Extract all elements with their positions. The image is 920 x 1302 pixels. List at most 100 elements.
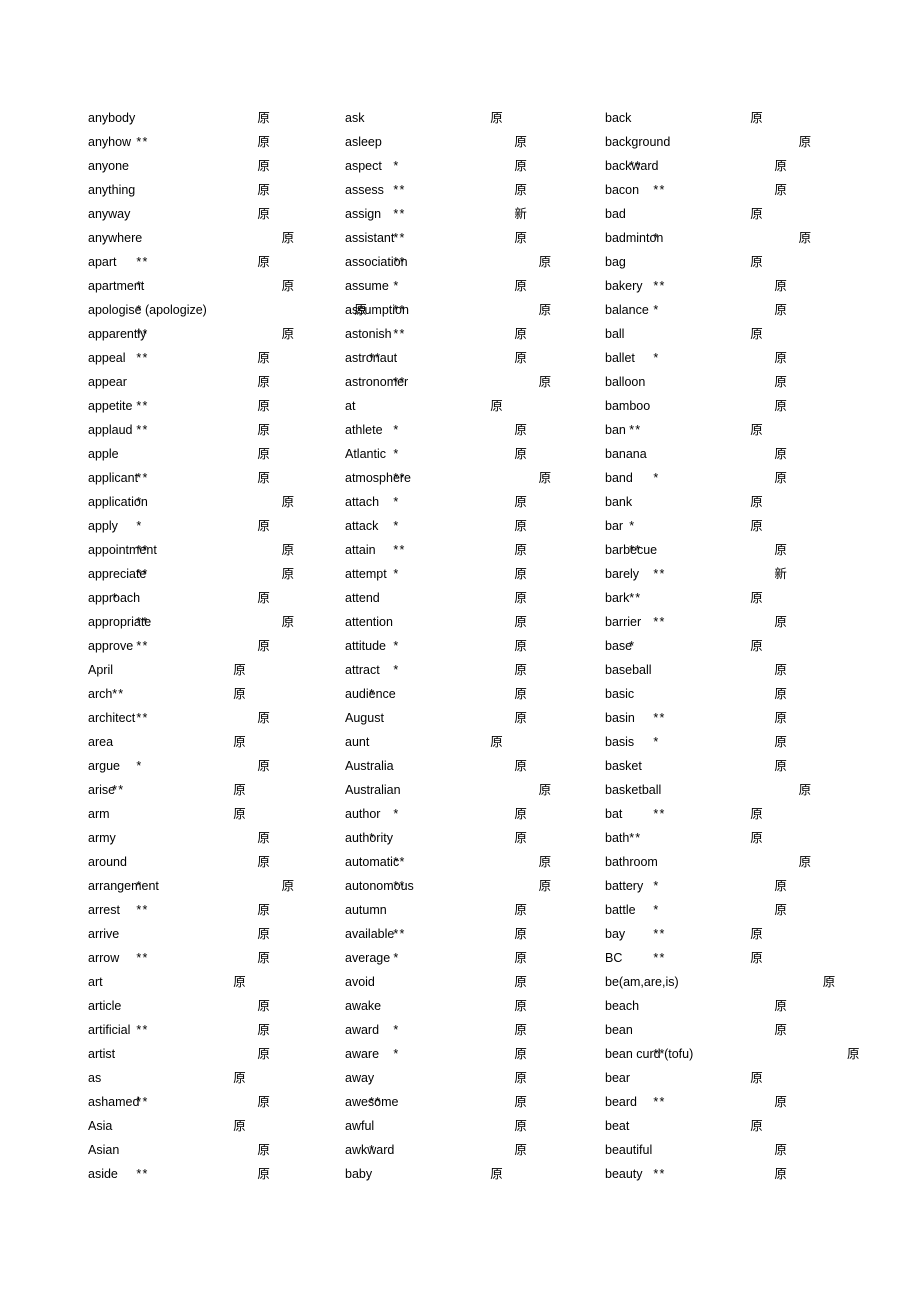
difficulty-marker: * <box>393 447 400 461</box>
difficulty-marker: * <box>136 303 143 317</box>
vocab-word: anyone <box>88 159 130 173</box>
vocab-entry: baby 原 <box>345 1162 605 1186</box>
vocab-word: arrive <box>88 927 120 941</box>
vocab-entry: bean curd (tofu) ** 原 <box>605 1042 888 1066</box>
vocab-entry: baseball 原 <box>605 658 888 682</box>
difficulty-marker: ** <box>136 471 149 485</box>
vocab-word: area <box>88 735 114 749</box>
vocab-entry: BC ** 原 <box>605 946 888 970</box>
vocab-word: arrest <box>88 903 120 917</box>
vocab-word: be(am,are,is) <box>605 975 679 989</box>
difficulty-marker: * <box>653 351 660 365</box>
difficulty-marker: * <box>393 951 400 965</box>
vocab-entry: avoid 原 <box>345 970 605 994</box>
vocab-word: April <box>88 663 114 677</box>
vocab-word: Atlantic <box>345 447 386 461</box>
vocab-entry: application * 原 <box>88 490 345 514</box>
level-mark: 原 <box>774 878 787 893</box>
vocab-word: arrangement <box>88 879 159 893</box>
vocab-word: applaud <box>88 423 133 437</box>
vocab-word: award <box>345 1023 380 1037</box>
difficulty-marker: ** <box>136 327 149 341</box>
vocab-entry: backward ** 原 <box>605 154 888 178</box>
level-mark: 原 <box>281 230 295 245</box>
difficulty-marker: * <box>653 471 660 485</box>
difficulty-marker: ** <box>629 831 642 845</box>
vocab-word: bean curd (tofu) <box>605 1047 694 1061</box>
vocab-word: barely <box>605 567 640 581</box>
difficulty-marker: * <box>653 303 660 317</box>
level-mark: 原 <box>774 614 787 629</box>
level-mark: 原 <box>281 494 295 509</box>
level-mark: 原 <box>257 206 270 221</box>
vocab-entry: attention 原 <box>345 610 605 634</box>
vocab-word: architect <box>88 711 136 725</box>
level-mark: 原 <box>514 1142 527 1157</box>
level-mark: 原 <box>774 902 787 917</box>
difficulty-marker: * <box>393 567 400 581</box>
vocab-word: anything <box>88 183 136 197</box>
vocab-entry: ban ** 原 <box>605 418 888 442</box>
vocab-word: base <box>605 639 633 653</box>
vocab-word: aside <box>88 1167 118 1181</box>
vocab-word: average <box>345 951 391 965</box>
vocab-word: attain <box>345 543 376 557</box>
vocab-word: beard <box>605 1095 637 1109</box>
vocab-word: aspect <box>345 159 382 173</box>
level-mark: 原 <box>750 206 763 221</box>
vocab-entry: basic 原 <box>605 682 888 706</box>
vocab-entry: be(am,are,is) 原 <box>605 970 888 994</box>
vocab-entry: appreciate ** 原 <box>88 562 345 586</box>
level-mark: 原 <box>774 158 787 173</box>
vocab-entry: association ** 原 <box>345 250 605 274</box>
level-mark: 原 <box>233 734 246 749</box>
vocab-word: appeal <box>88 351 126 365</box>
vocab-word: anybody <box>88 111 136 125</box>
vocab-word: appear <box>88 375 127 389</box>
vocab-entry: at 原 <box>345 394 605 418</box>
difficulty-marker: * <box>136 879 143 893</box>
vocab-word: away <box>345 1071 375 1085</box>
vocab-entry: as 原 <box>88 1066 345 1090</box>
level-mark: 原 <box>750 590 763 605</box>
vocab-entry: bay ** 原 <box>605 922 888 946</box>
level-mark: 原 <box>233 974 246 989</box>
vocab-entry: authority * 原 <box>345 826 605 850</box>
level-mark: 原 <box>514 1094 527 1109</box>
level-mark: 原 <box>774 278 787 293</box>
vocab-entry: Asia 原 <box>88 1114 345 1138</box>
level-mark: 原 <box>514 638 527 653</box>
vocab-word: aware <box>345 1047 380 1061</box>
vocab-entry: arrest ** 原 <box>88 898 345 922</box>
vocab-entry: ball 原 <box>605 322 888 346</box>
vocab-entry: aware * 原 <box>345 1042 605 1066</box>
vocab-word: apart <box>88 255 117 269</box>
document-page: anybody 原 anyhow ** 原 anyone 原 anything 原 anyway 原… <box>0 0 920 1302</box>
vocab-entry: automatic ** 原 <box>345 850 605 874</box>
level-mark: 原 <box>774 686 787 701</box>
difficulty-marker: * <box>112 591 119 605</box>
difficulty-marker: ** <box>136 1167 149 1181</box>
difficulty-marker: * <box>629 519 636 533</box>
level-mark: 原 <box>538 854 552 869</box>
vocab-entry: autumn 原 <box>345 898 605 922</box>
vocab-word: approve <box>88 639 134 653</box>
level-mark: 原 <box>538 878 552 893</box>
level-mark: 原 <box>798 782 812 797</box>
difficulty-marker: * <box>653 231 660 245</box>
level-mark: 原 <box>514 1046 527 1061</box>
level-mark: 原 <box>750 110 763 125</box>
vocab-word: asleep <box>345 135 382 149</box>
level-mark: 原 <box>774 374 787 389</box>
vocab-entry: astronomer ** 原 <box>345 370 605 394</box>
vocab-word: beach <box>605 999 640 1013</box>
vocab-entry: atmosphere ** 原 <box>345 466 605 490</box>
vocab-word: automatic <box>345 855 400 869</box>
vocab-entry: appropriate ** 原 <box>88 610 345 634</box>
level-mark: 原 <box>257 518 270 533</box>
vocab-word: bath <box>605 831 630 845</box>
vocab-word: artificial <box>88 1023 131 1037</box>
vocab-entry: apart ** 原 <box>88 250 345 274</box>
vocab-word: bamboo <box>605 399 651 413</box>
level-mark: 原 <box>514 134 527 149</box>
